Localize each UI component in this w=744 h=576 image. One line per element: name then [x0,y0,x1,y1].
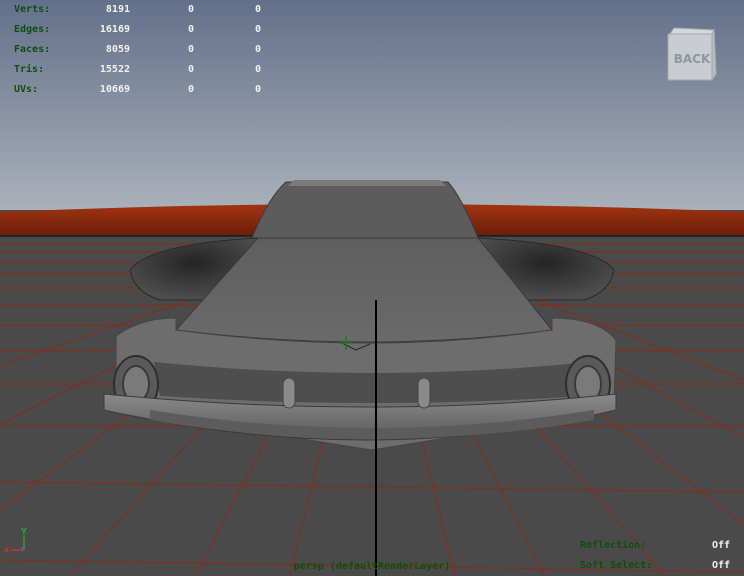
hud-row-edges: Edges: 16169 0 0 [14,20,261,40]
hud-label: Verts: [14,4,51,15]
hud-value: 0 [254,44,261,55]
hud-value: 0 [254,24,261,35]
hud-value: 0 [187,64,194,75]
axis-indicator: Y x [4,527,27,554]
reflection-value: Off [711,540,730,551]
hud-label: Edges: [14,24,51,35]
tool-status-hud: Reflection: Off Soft Select: Off [580,536,730,576]
axis-y-label: Y [20,527,27,536]
hud-value: 16169 [99,24,130,35]
hud-row-tris: Tris: 15522 0 0 [14,60,261,80]
poly-count-hud: Verts: 8191 0 0 Edges: 16169 0 0 Faces: … [14,0,261,100]
soft-select-value: Off [711,560,730,571]
hud-value: 0 [187,4,194,15]
hud-value: 15522 [99,64,130,75]
viewcube-face-label: BACK [673,52,711,66]
hud-value: 0 [187,84,194,95]
hud-value: 0 [187,24,194,35]
hud-value: 0 [254,64,261,75]
reflection-status: Reflection: Off [580,536,730,556]
soft-select-status: Soft Select: Off [580,556,730,576]
hud-row-verts: Verts: 8191 0 0 [14,0,261,20]
hud-value: 0 [254,84,261,95]
hud-label: Faces: [14,44,51,55]
hud-label: UVs: [14,84,39,95]
hud-value: 10669 [99,84,130,95]
hud-value: 0 [187,44,194,55]
hud-row-faces: Faces: 8059 0 0 [14,40,261,60]
hud-value: 0 [254,4,261,15]
soft-select-label: Soft Select: [580,560,653,571]
hud-row-uvs: UVs: 10669 0 0 [14,80,261,100]
hud-value: 8191 [105,4,130,15]
perspective-viewport[interactable]: Verts: 8191 0 0 Edges: 16169 0 0 Faces: … [0,0,744,576]
hud-label: Tris: [14,64,45,75]
reflection-label: Reflection: [580,540,647,551]
axis-x-label: x [4,545,10,554]
hud-value: 8059 [105,44,130,55]
viewcube[interactable]: BACK [666,26,718,82]
